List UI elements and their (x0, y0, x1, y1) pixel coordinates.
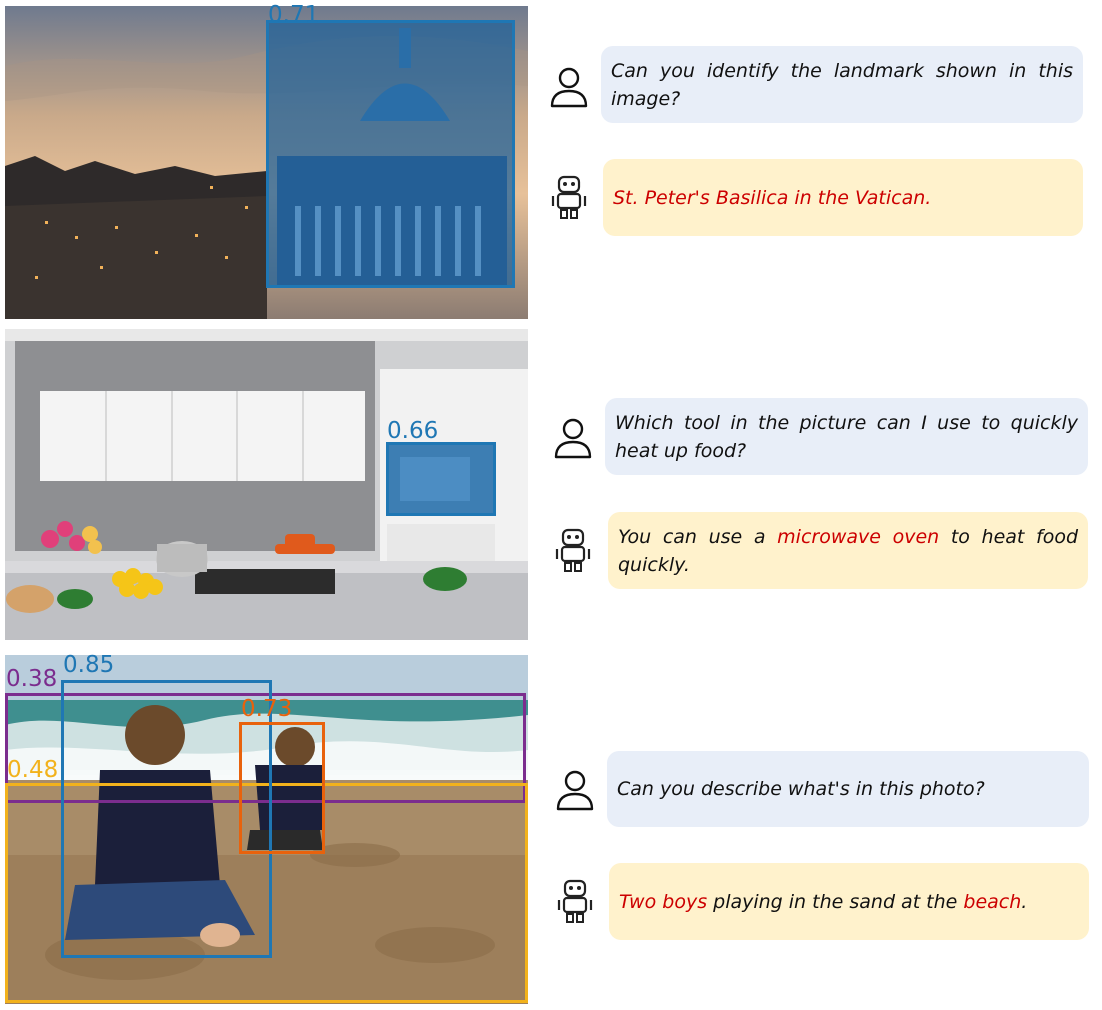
bot-message: Two boys playing in the sand at the beac… (609, 863, 1089, 940)
answer-highlight: Two boys (619, 890, 708, 913)
answer-highlight: beach (963, 890, 1022, 913)
example-row-landmark: 0.71 Can you identify the landmark shown… (0, 0, 1102, 322)
bot-message: You can use a microwave oven to heat foo… (608, 512, 1088, 589)
detection-score: 0.73 (241, 696, 293, 722)
bot-answer-text: St. Peter's Basilica in the Vatican. (613, 184, 1073, 212)
robot-icon (549, 174, 589, 220)
detection-score: 0.71 (268, 2, 320, 28)
detection-score: 0.66 (387, 418, 439, 444)
user-message: Which tool in the picture can I use to q… (605, 398, 1088, 475)
answer-mid: playing in the sand at the (707, 890, 964, 913)
detection-box (386, 442, 496, 516)
person-icon (555, 769, 595, 811)
example-row-beach: 0.38 0.85 0.73 0.48 Can you describe wha… (0, 647, 1102, 1010)
answer-highlight: St. Peter's Basilica in the Vatican. (613, 186, 932, 209)
user-question-text: Can you identify the landmark shown in t… (611, 59, 1073, 110)
user-message: Can you describe what's in this photo? (607, 751, 1089, 827)
detection-score: 0.85 (63, 652, 115, 678)
bot-answer-text: You can use a microwave oven to heat foo… (618, 523, 1078, 579)
user-message: Can you identify the landmark shown in t… (601, 46, 1083, 123)
robot-icon (555, 878, 595, 924)
answer-post: . (1021, 890, 1028, 913)
user-question-text: Can you describe what's in this photo? (617, 778, 985, 800)
bot-message: St. Peter's Basilica in the Vatican. (603, 159, 1083, 236)
robot-icon (553, 527, 593, 573)
person-icon (553, 417, 593, 459)
bot-answer-text: Two boys playing in the sand at the beac… (619, 888, 1079, 916)
detection-score: 0.48 (7, 757, 59, 783)
detection-box (266, 20, 515, 288)
example-row-kitchen: 0.66 Which tool in the picture can I use… (0, 322, 1102, 647)
answer-highlight: microwave oven (777, 525, 940, 548)
answer-pre: You can use a (618, 525, 778, 548)
person-icon (549, 66, 589, 108)
detection-score: 0.38 (6, 666, 58, 692)
detection-box (239, 722, 325, 854)
user-question-text: Which tool in the picture can I use to q… (615, 411, 1078, 462)
